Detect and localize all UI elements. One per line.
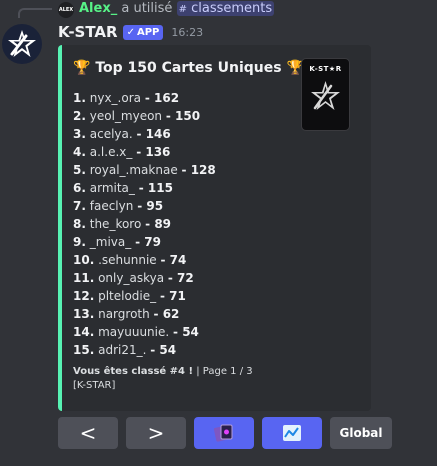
command-icon: # [178,4,187,15]
ranking-item: 9. _miva_ - 79 [73,235,161,249]
app-badge: ✓ APP [122,24,164,40]
embed-title: 🏆 Top 150 Cartes Uniques 🏆 [73,60,304,76]
ranking-item: 1. nyx_.ora - 162 [73,91,180,105]
author-avatar[interactable] [2,24,42,64]
message-header: K-STAR ✓ APP 16:23 [58,22,203,42]
reply-username[interactable]: Alex_ [79,1,117,16]
reply-command-label: classements [191,1,273,16]
trophy-icon: 🏆 [73,60,91,76]
user-rank-text: Vous êtes classé #4 ! [73,366,194,377]
ranking-item: 13. nargroth - 62 [73,307,180,321]
ranking-item: 3. acelya. - 146 [73,127,171,141]
reply-verb: a utilisé [121,1,173,16]
star-logo-icon [311,81,340,110]
ranking-list: 1. nyx_.ora - 162 2. yeol_myeon - 150 3.… [73,89,216,359]
app-badge-label: APP [136,26,160,38]
ranking-item: 2. yeol_myeon - 150 [73,109,201,123]
star-logo-icon [8,30,36,57]
ranking-item: 5. royal_.maknae - 128 [73,163,216,177]
embed-thumbnail[interactable]: K-ST★R [301,58,350,131]
ranking-item: 6. armita_ - 115 [73,181,173,195]
check-icon: ✓ [126,26,135,38]
page-indicator: | Page 1 / 3 [193,366,253,377]
global-ranking-button[interactable]: Global [330,417,392,449]
reply-text: Alex_ a utilisé # classements [79,1,275,18]
ranking-item: 7. faeclyn - 95 [73,199,164,213]
next-page-button[interactable]: > [126,417,186,449]
stats-ranking-button[interactable] [262,417,322,449]
embed-title-text: Top 150 Cartes Uniques [95,60,282,76]
ranking-item: 14. mayuuunie. - 54 [73,325,199,339]
reply-command[interactable]: # classements [176,1,275,16]
ranking-item: 4. a.l.e.x_ - 136 [73,145,171,159]
leaderboard-embed: 🏆 Top 150 Cartes Uniques 🏆 K-ST★R 1. nyx… [58,45,371,411]
ranking-item: 10. .sehunnie - 74 [73,253,187,267]
embed-footer: Vous êtes classé #4 ! | Page 1 / 3 [K-ST… [73,365,253,393]
timestamp[interactable]: 16:23 [171,26,203,39]
ranking-item: 15. adri21_. - 54 [73,343,177,357]
reply-avatar[interactable]: ALEX [58,2,74,18]
chart-icon [283,425,301,441]
ranking-item: 8. the_koro - 89 [73,217,172,231]
reply-spine [18,8,52,18]
reply-reference[interactable]: ALEX Alex_ a utilisé # classements [0,0,437,18]
cards-icon [213,424,233,442]
cards-ranking-button[interactable] [194,417,254,449]
ranking-item: 11. only_askya - 72 [73,271,194,285]
previous-page-button[interactable]: < [58,417,118,449]
action-row: < > Global [58,417,392,449]
footer-brand: [K-STAR] [73,380,116,391]
author-name[interactable]: K-STAR [58,23,118,41]
ranking-item: 12. pltelodie_ - 71 [73,289,186,303]
